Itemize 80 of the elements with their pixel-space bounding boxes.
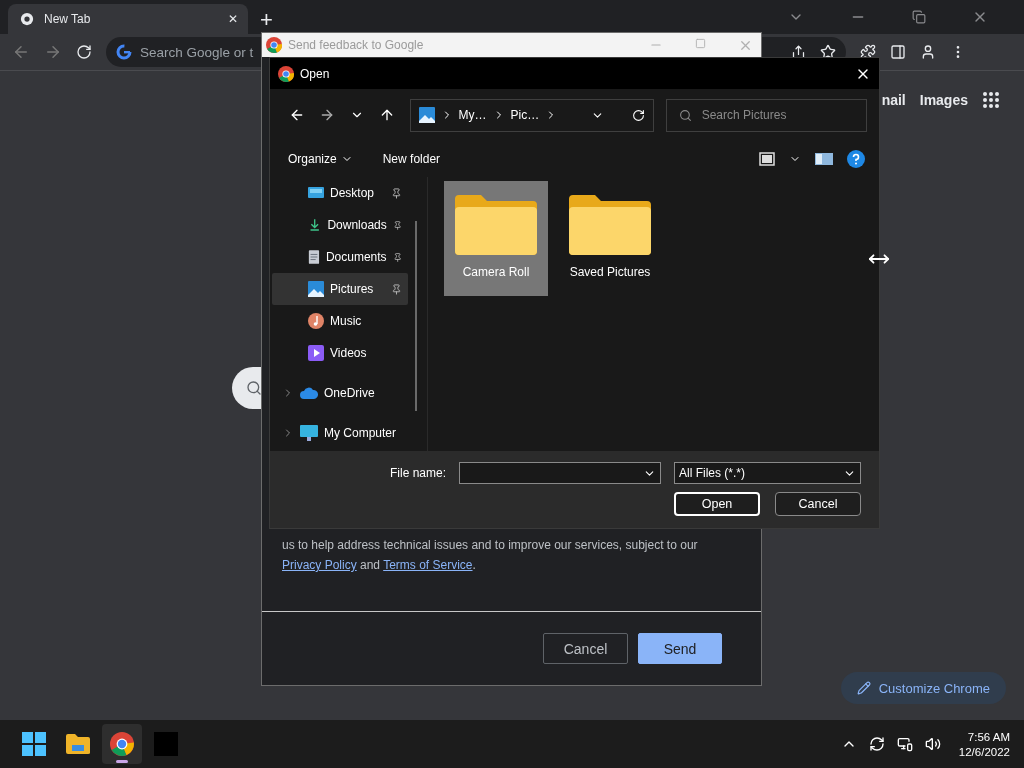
desktop-icon: [308, 186, 324, 200]
send-button[interactable]: Send: [638, 633, 722, 664]
sync-icon[interactable]: [868, 736, 885, 752]
file-name-field[interactable]: [459, 462, 661, 484]
folder-icon: [567, 193, 653, 257]
apps-grid-icon[interactable]: [982, 91, 1000, 109]
download-icon: [308, 217, 322, 233]
breadcrumb-item[interactable]: Pic…: [510, 108, 540, 122]
cancel-button[interactable]: Cancel: [775, 492, 861, 516]
reload-icon[interactable]: [76, 44, 92, 60]
cancel-button[interactable]: Cancel: [543, 633, 628, 664]
chrome-logo-icon: [266, 37, 282, 53]
video-icon: [308, 345, 324, 361]
network-icon[interactable]: [896, 736, 913, 752]
privacy-policy-link[interactable]: Privacy Policy: [282, 558, 357, 572]
help-icon[interactable]: [847, 150, 865, 168]
pencil-icon: [856, 681, 871, 695]
image-icon: [308, 281, 324, 297]
new-folder-button[interactable]: New folder: [382, 152, 441, 166]
app-window-icon: [154, 732, 178, 756]
taskbar-app[interactable]: [102, 724, 142, 764]
share-icon[interactable]: [791, 44, 806, 60]
image-icon: [418, 107, 435, 123]
volume-icon[interactable]: [924, 736, 941, 752]
window-title: Send feedback to Google: [288, 38, 424, 52]
organize-button[interactable]: Organize: [288, 152, 353, 166]
chrome-logo-icon: [278, 65, 294, 82]
header-link[interactable]: nail: [881, 92, 906, 108]
nav-item[interactable]: Music: [272, 305, 408, 337]
search-icon: [246, 380, 262, 396]
search-placeholder: Search Pictures: [701, 108, 787, 122]
dialog-title: Open: [300, 66, 330, 81]
pin-icon: [392, 251, 402, 263]
music-icon: [308, 313, 324, 329]
folder-icon: [453, 193, 539, 257]
forward-arrow-icon[interactable]: [44, 43, 62, 61]
folder-item[interactable]: Saved Pictures: [558, 181, 662, 296]
file-type-dropdown[interactable]: All Files (*.*): [674, 462, 861, 484]
monitor-icon: [300, 425, 318, 441]
nav-item[interactable]: Documents: [272, 241, 408, 273]
tab-title: New Tab: [44, 12, 92, 26]
pin-icon: [391, 187, 402, 199]
browser-tab[interactable]: New Tab ✕: [8, 4, 248, 34]
breadcrumb-item[interactable]: My…: [458, 108, 487, 122]
legal-text: us to help address technical issues and to improve our services, subject to our Privacy Policy and Terms of Service.: [282, 537, 699, 574]
pin-icon: [391, 283, 402, 295]
open-button[interactable]: Open: [674, 492, 760, 516]
customize-chrome-button[interactable]: Customize Chrome: [840, 672, 1006, 704]
document-icon: [308, 249, 320, 265]
nav-item[interactable]: OneDrive: [272, 377, 408, 409]
clock[interactable]: 7:56 AM 12/6/2022: [958, 730, 1010, 758]
header-link[interactable]: Images: [919, 92, 968, 108]
nav-item[interactable]: Desktop: [272, 177, 408, 209]
windows-logo-icon: [22, 732, 46, 756]
search-icon: [678, 108, 692, 122]
nav-item[interactable]: Videos: [272, 337, 408, 369]
tab-close-button[interactable]: ✕: [228, 12, 238, 26]
refresh-icon[interactable]: [631, 108, 645, 122]
profile-icon[interactable]: [920, 44, 936, 60]
cloud-icon: [300, 387, 318, 399]
chrome-logo-icon: [110, 732, 134, 756]
file-name-label: File name:: [388, 466, 446, 480]
view-icon[interactable]: [759, 152, 775, 166]
restore-icon[interactable]: [912, 10, 926, 24]
terms-link[interactable]: Terms of Service: [383, 558, 473, 572]
pin-icon: [392, 219, 402, 231]
folder-item[interactable]: Camera Roll: [444, 181, 548, 296]
nav-item[interactable]: Pictures: [272, 273, 408, 305]
side-panel-icon[interactable]: [890, 44, 906, 60]
new-tab-button[interactable]: +: [260, 9, 273, 31]
search-field[interactable]: Search Pictures: [665, 98, 867, 132]
address-placeholder: Search Google or t: [140, 44, 254, 60]
nav-item[interactable]: My Computer: [272, 417, 408, 449]
folder-icon: [65, 733, 91, 755]
google-logo-icon: [116, 44, 132, 60]
chrome-logo-icon: [20, 12, 34, 26]
breadcrumb-bar[interactable]: My… Pic…: [409, 98, 654, 132]
puzzle-icon[interactable]: [860, 44, 876, 60]
nav-item[interactable]: Downloads: [272, 209, 408, 241]
star-icon[interactable]: [820, 44, 836, 60]
